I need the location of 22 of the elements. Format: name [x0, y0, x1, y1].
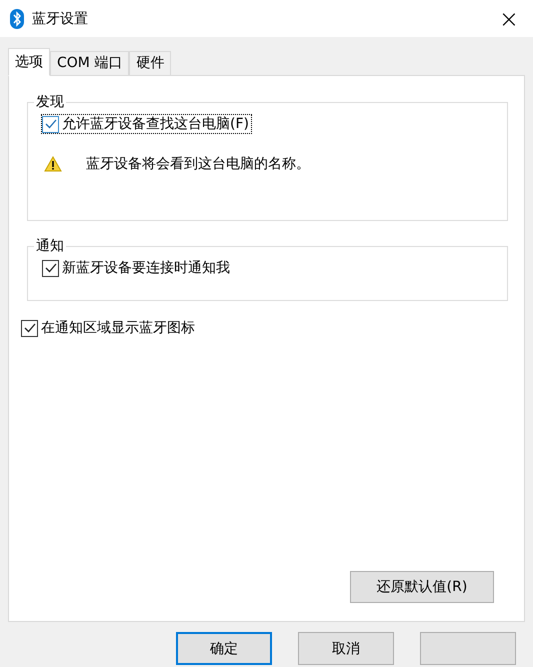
close-button[interactable]: ×	[494, 4, 523, 32]
checkbox[interactable]	[21, 320, 38, 336]
checkbox[interactable]	[42, 116, 59, 132]
tab[interactable]: COM 端口	[50, 51, 130, 75]
checkbox-option[interactable]: 新蓝牙设备要连接时通知我	[42, 259, 232, 277]
window-title: 蓝牙设置	[32, 10, 89, 28]
group-title: 发现	[35, 93, 65, 111]
check-icon	[24, 323, 36, 333]
bluetooth-icon	[10, 8, 24, 28]
tab[interactable]: 硬件	[129, 51, 172, 75]
check-icon	[44, 119, 56, 129]
dialog-button[interactable]: 确定	[176, 632, 272, 665]
warning-text: 蓝牙设备将会看到这台电脑的名称。	[86, 155, 310, 173]
restore-defaults-button[interactable]: 还原默认值(R)	[350, 571, 494, 603]
checkbox-option[interactable]: 允许蓝牙设备查找这台电脑(F)	[42, 115, 251, 133]
checkbox-option[interactable]: 在通知区域显示蓝牙图标	[21, 319, 197, 337]
check-icon	[44, 263, 56, 273]
checkbox[interactable]	[42, 260, 59, 276]
group-title: 通知	[35, 237, 65, 255]
warning-icon	[44, 156, 62, 172]
tab[interactable]: 选项	[8, 48, 50, 76]
dialog-button[interactable]: 取消	[298, 632, 394, 665]
